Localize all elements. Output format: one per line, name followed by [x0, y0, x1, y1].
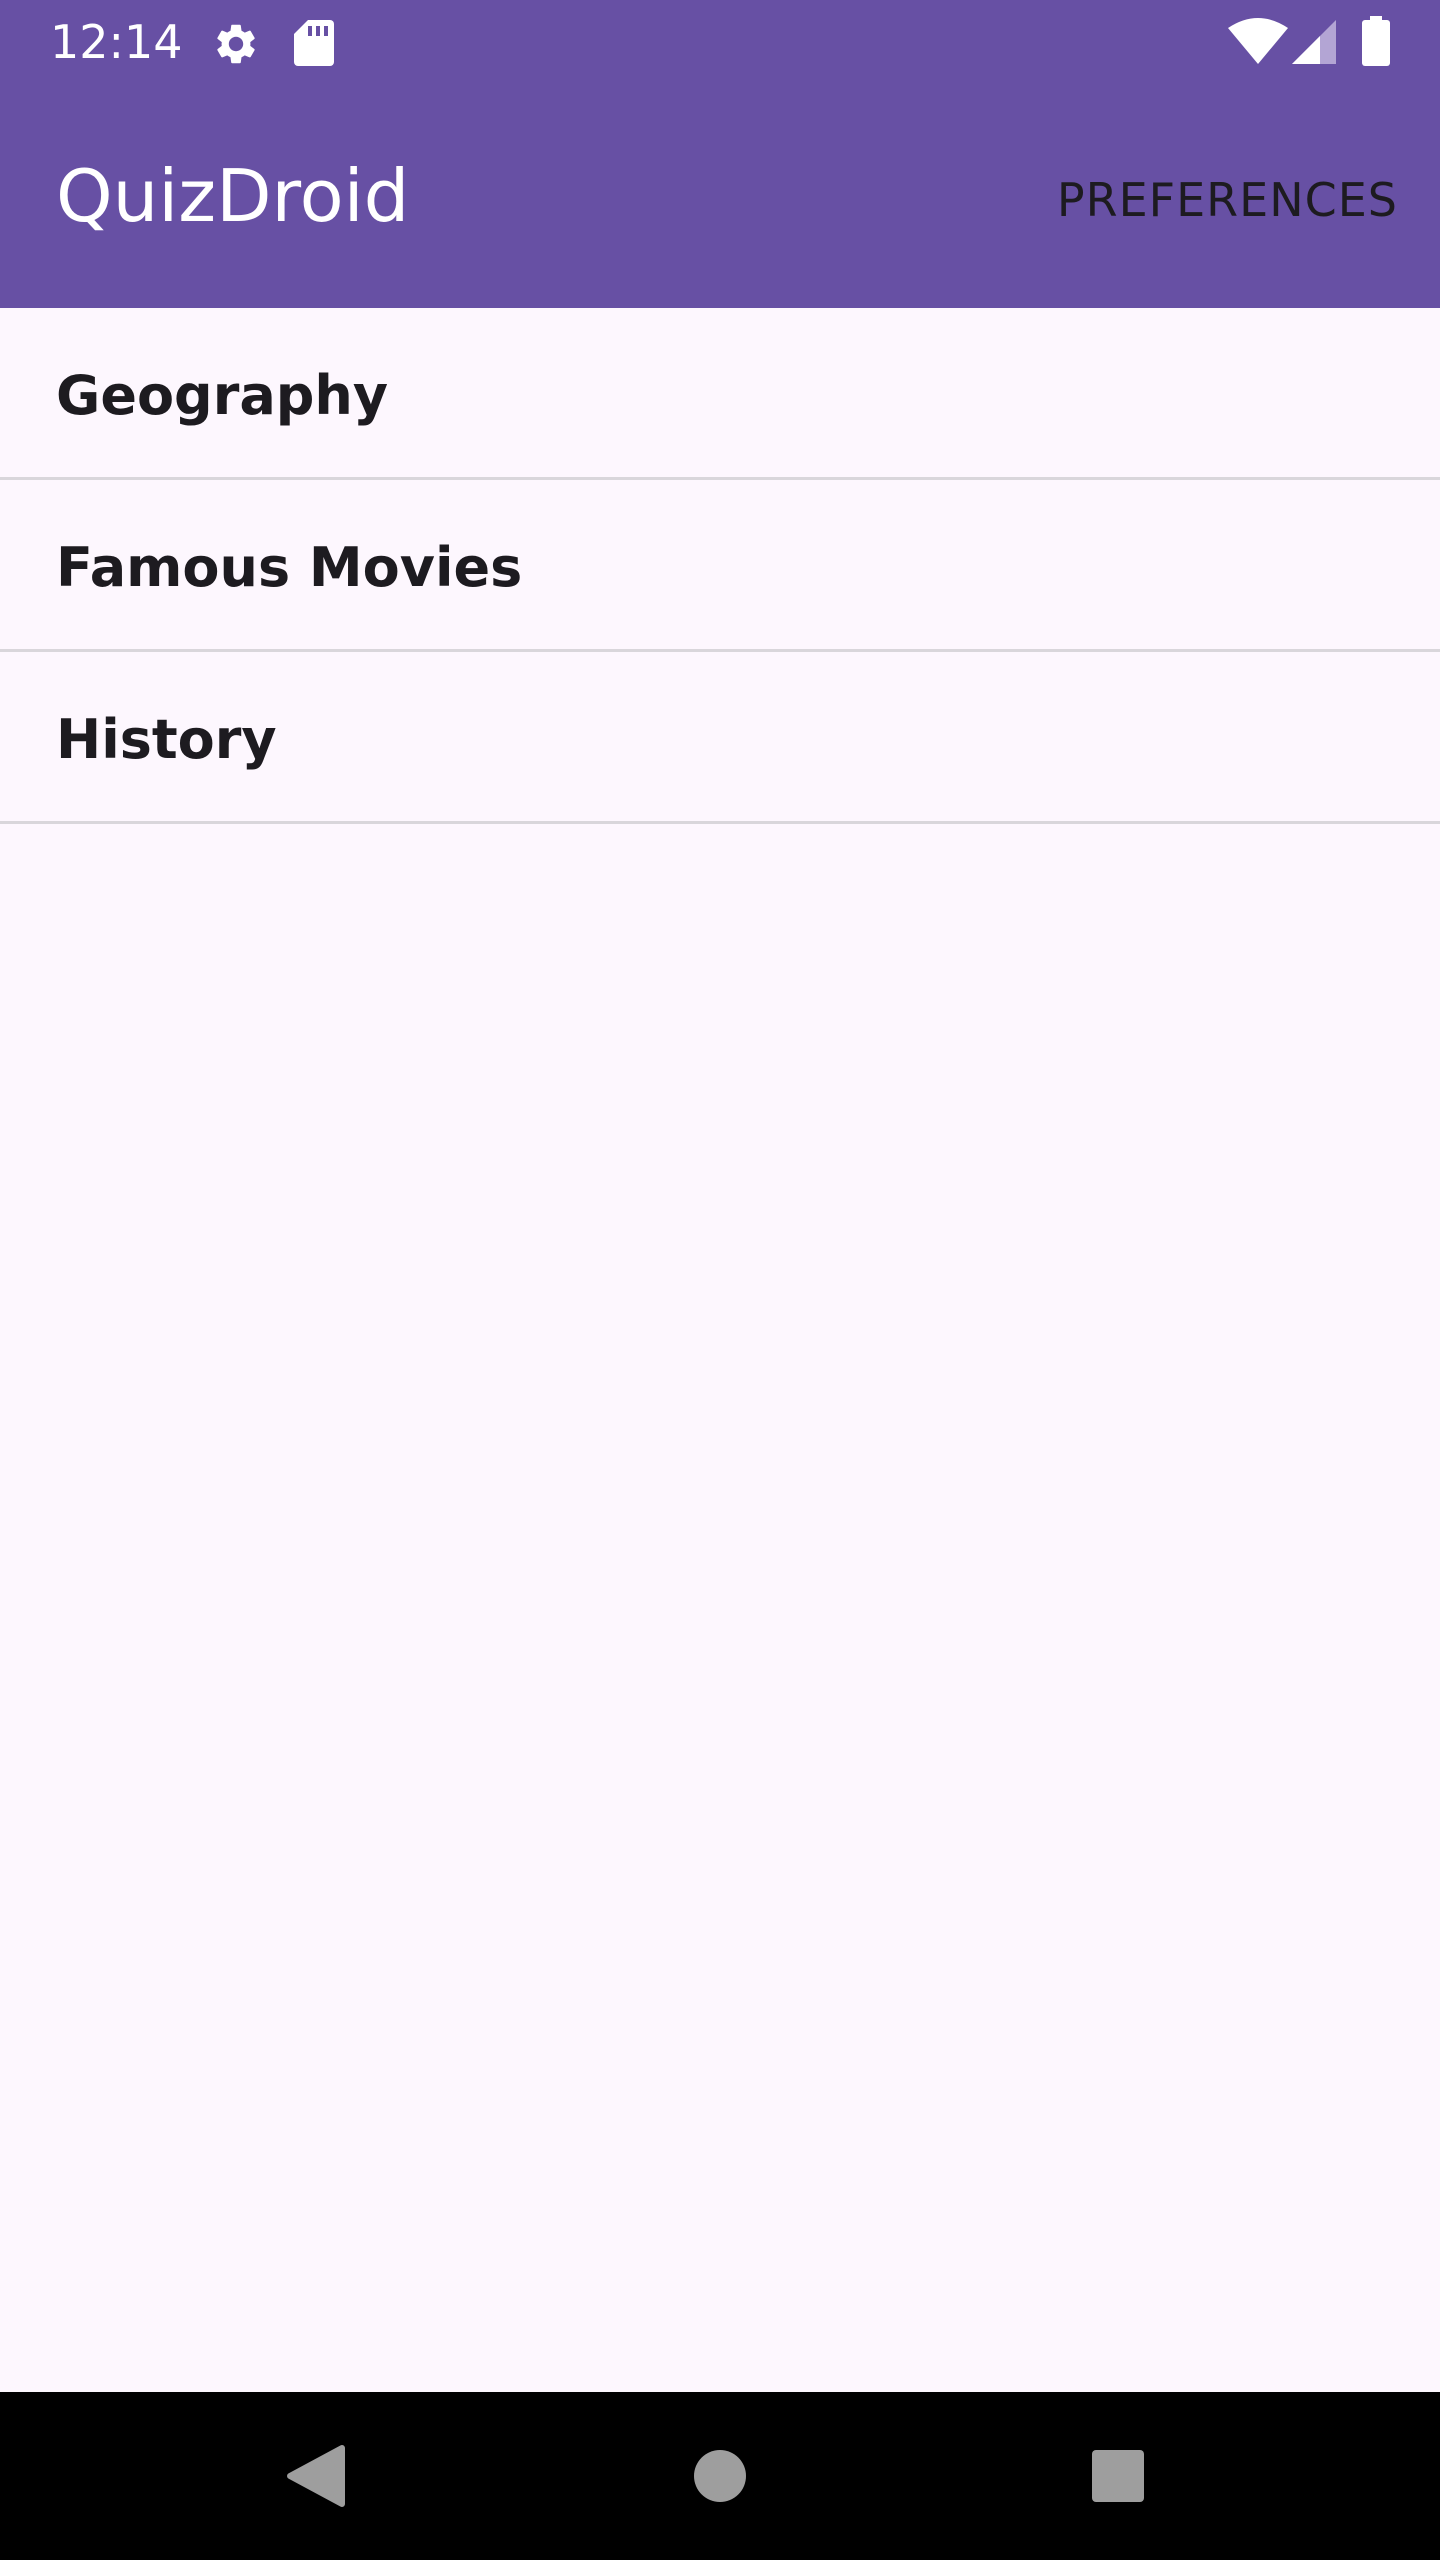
status-time: 12:14 [50, 15, 183, 69]
wifi-icon [1228, 18, 1288, 64]
back-icon [287, 2445, 345, 2507]
nav-bar [0, 2392, 1440, 2560]
status-bar: 12:14 [0, 0, 1440, 84]
list-item-history[interactable]: History [0, 652, 1440, 824]
recents-button[interactable] [1038, 2392, 1198, 2560]
topic-label: Geography [56, 364, 389, 427]
list-item-famous-movies[interactable]: Famous Movies [0, 480, 1440, 652]
cell-signal-icon [1292, 20, 1336, 64]
preferences-button[interactable]: PREFERENCES [1057, 164, 1398, 236]
app-title: QuizDroid [56, 154, 410, 238]
home-icon [694, 2450, 746, 2502]
topic-label: Famous Movies [56, 536, 523, 599]
battery-icon [1362, 16, 1390, 66]
topic-list: Geography Famous Movies History [0, 308, 1440, 824]
app-bar: QuizDroid PREFERENCES [0, 84, 1440, 308]
home-button[interactable] [640, 2392, 800, 2560]
screen: 12:14 QuizDroid PREFERENCES Geography Fa… [0, 0, 1440, 2560]
recents-icon [1092, 2450, 1144, 2502]
back-button[interactable] [238, 2392, 398, 2560]
gear-icon [217, 24, 255, 64]
topic-label: History [56, 708, 277, 771]
sd-card-icon [294, 20, 334, 66]
list-item-geography[interactable]: Geography [0, 308, 1440, 480]
